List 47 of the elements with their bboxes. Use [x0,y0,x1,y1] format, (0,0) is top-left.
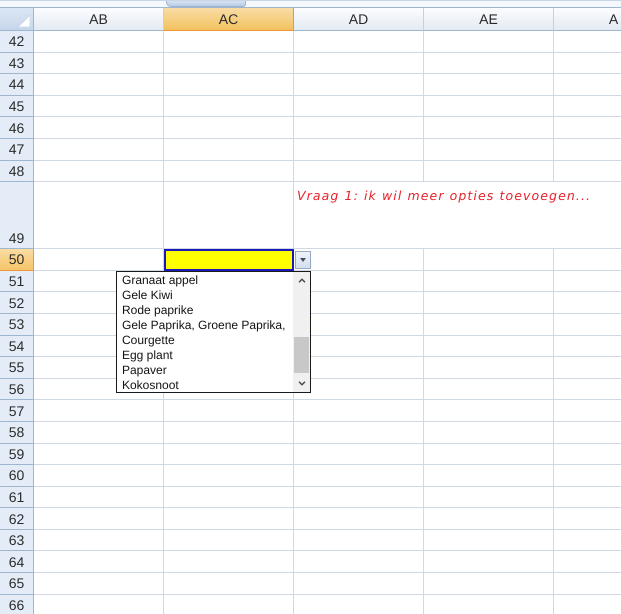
column-header[interactable]: AE [424,8,554,31]
row-header[interactable]: 50 [0,249,34,271]
row-header[interactable]: 45 [0,96,34,118]
selected-cell[interactable] [164,249,294,271]
row-header[interactable]: 48 [0,160,34,182]
cell-text: Vraag 1: ik wil meer opties toevoegen... [297,188,592,204]
list-option[interactable]: Rode paprike [117,303,293,318]
list-option[interactable]: Egg plant [117,348,293,364]
column-header[interactable]: AD [294,8,424,31]
row-header[interactable]: 61 [0,486,34,508]
chevron-up-icon [298,278,306,284]
list-option[interactable]: Gele Kiwi [117,288,293,304]
row-header[interactable]: 43 [0,52,34,74]
row-header[interactable]: 57 [0,400,34,422]
list-option[interactable]: Papaver [117,363,293,378]
scroll-thumb[interactable] [294,337,309,374]
row-header[interactable]: 64 [0,551,34,574]
caret-icon [300,258,306,262]
column-header[interactable]: AB [34,8,164,31]
row-header[interactable]: 47 [0,138,34,161]
row-header[interactable]: 44 [0,74,34,96]
row-header[interactable]: 46 [0,117,34,139]
row-header[interactable]: 55 [0,357,34,379]
row-header[interactable]: 60 [0,465,34,487]
list-option[interactable]: Kokosnoot [117,378,293,392]
row-header[interactable]: 51 [0,270,34,292]
list-option[interactable]: Gele Paprika, Groene Paprika, [117,318,293,334]
row-header[interactable]: 42 [0,31,34,53]
row-header[interactable]: 53 [0,314,34,336]
row-header[interactable]: 59 [0,444,34,466]
row-header[interactable]: 52 [0,292,34,314]
row-header[interactable]: 56 [0,378,34,400]
row-header[interactable]: 66 [0,594,34,614]
row-header[interactable]: 65 [0,573,34,595]
triangle-icon [18,15,30,27]
resize-handle[interactable] [166,1,246,7]
row-header[interactable]: 62 [0,508,34,530]
row-header[interactable]: 54 [0,336,34,358]
list-option[interactable]: Granaat appel [117,273,293,288]
list-option[interactable]: Courgette [117,333,293,348]
row-header[interactable]: 58 [0,422,34,444]
chevron-down-icon [298,381,306,386]
row-header[interactable]: 49 [0,182,34,250]
column-header[interactable]: AC [164,8,294,31]
dropdown-button[interactable] [295,251,311,270]
row-header[interactable]: 63 [0,530,34,552]
column-header[interactable]: A [554,8,621,31]
